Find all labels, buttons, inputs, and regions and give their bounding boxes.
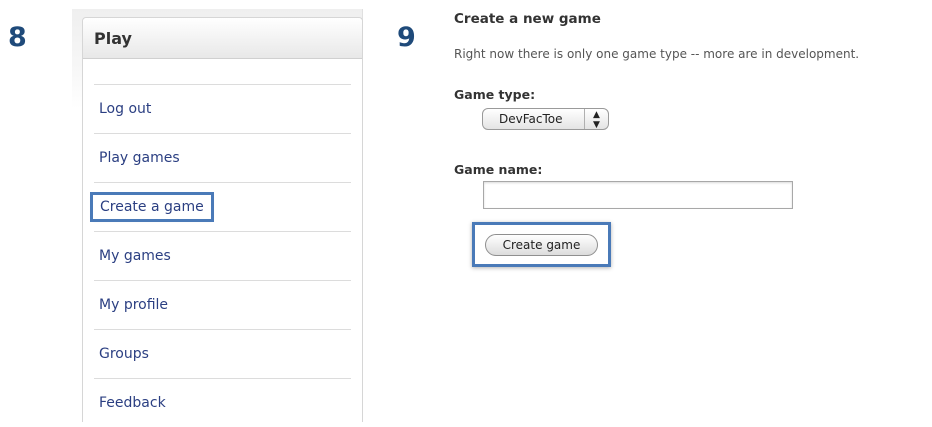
nav-item-label: My profile — [99, 297, 169, 313]
sidebar-header: Play — [83, 18, 362, 59]
nav-list: Log out Play games Create a game My game… — [83, 84, 362, 427]
nav-item-feedback[interactable]: Feedback — [94, 378, 351, 427]
create-game-panel: Create a new game Right now there is onl… — [454, 0, 932, 421]
page-title: Create a new game — [454, 11, 601, 27]
create-game-highlight: Create game — [472, 222, 611, 267]
nav-item-label: Play games — [99, 150, 180, 166]
nav-item-play-games[interactable]: Play games — [94, 133, 351, 182]
nav-item-label: Feedback — [99, 395, 166, 411]
game-type-select[interactable]: DevFacToe ▲ ▼ — [482, 108, 609, 130]
nav-item-log-out[interactable]: Log out — [94, 84, 351, 133]
nav-item-label: Create a game — [90, 192, 214, 222]
game-type-selected-value: DevFacToe — [499, 112, 563, 126]
nav-item-label: Groups — [99, 346, 149, 362]
nav-item-groups[interactable]: Groups — [94, 329, 351, 378]
sidebar: Play Log out Play games Create a game My… — [72, 9, 363, 422]
nav-item-label: My games — [99, 248, 171, 264]
select-updown-icon: ▲ ▼ — [584, 109, 608, 130]
nav-item-my-games[interactable]: My games — [94, 231, 351, 280]
create-game-button[interactable]: Create game — [485, 234, 598, 256]
game-name-label: Game name: — [454, 162, 543, 177]
game-type-label: Game type: — [454, 87, 536, 102]
page-subtitle: Right now there is only one game type --… — [454, 47, 860, 61]
nav-item-my-profile[interactable]: My profile — [94, 280, 351, 329]
nav-item-label: Log out — [99, 101, 152, 117]
nav-item-create-a-game[interactable]: Create a game — [90, 182, 351, 231]
step-number-8: 8 — [8, 22, 27, 53]
step-number-9: 9 — [397, 22, 416, 53]
game-name-input[interactable] — [483, 181, 793, 209]
play-menu-panel: Play Log out Play games Create a game My… — [82, 17, 363, 422]
